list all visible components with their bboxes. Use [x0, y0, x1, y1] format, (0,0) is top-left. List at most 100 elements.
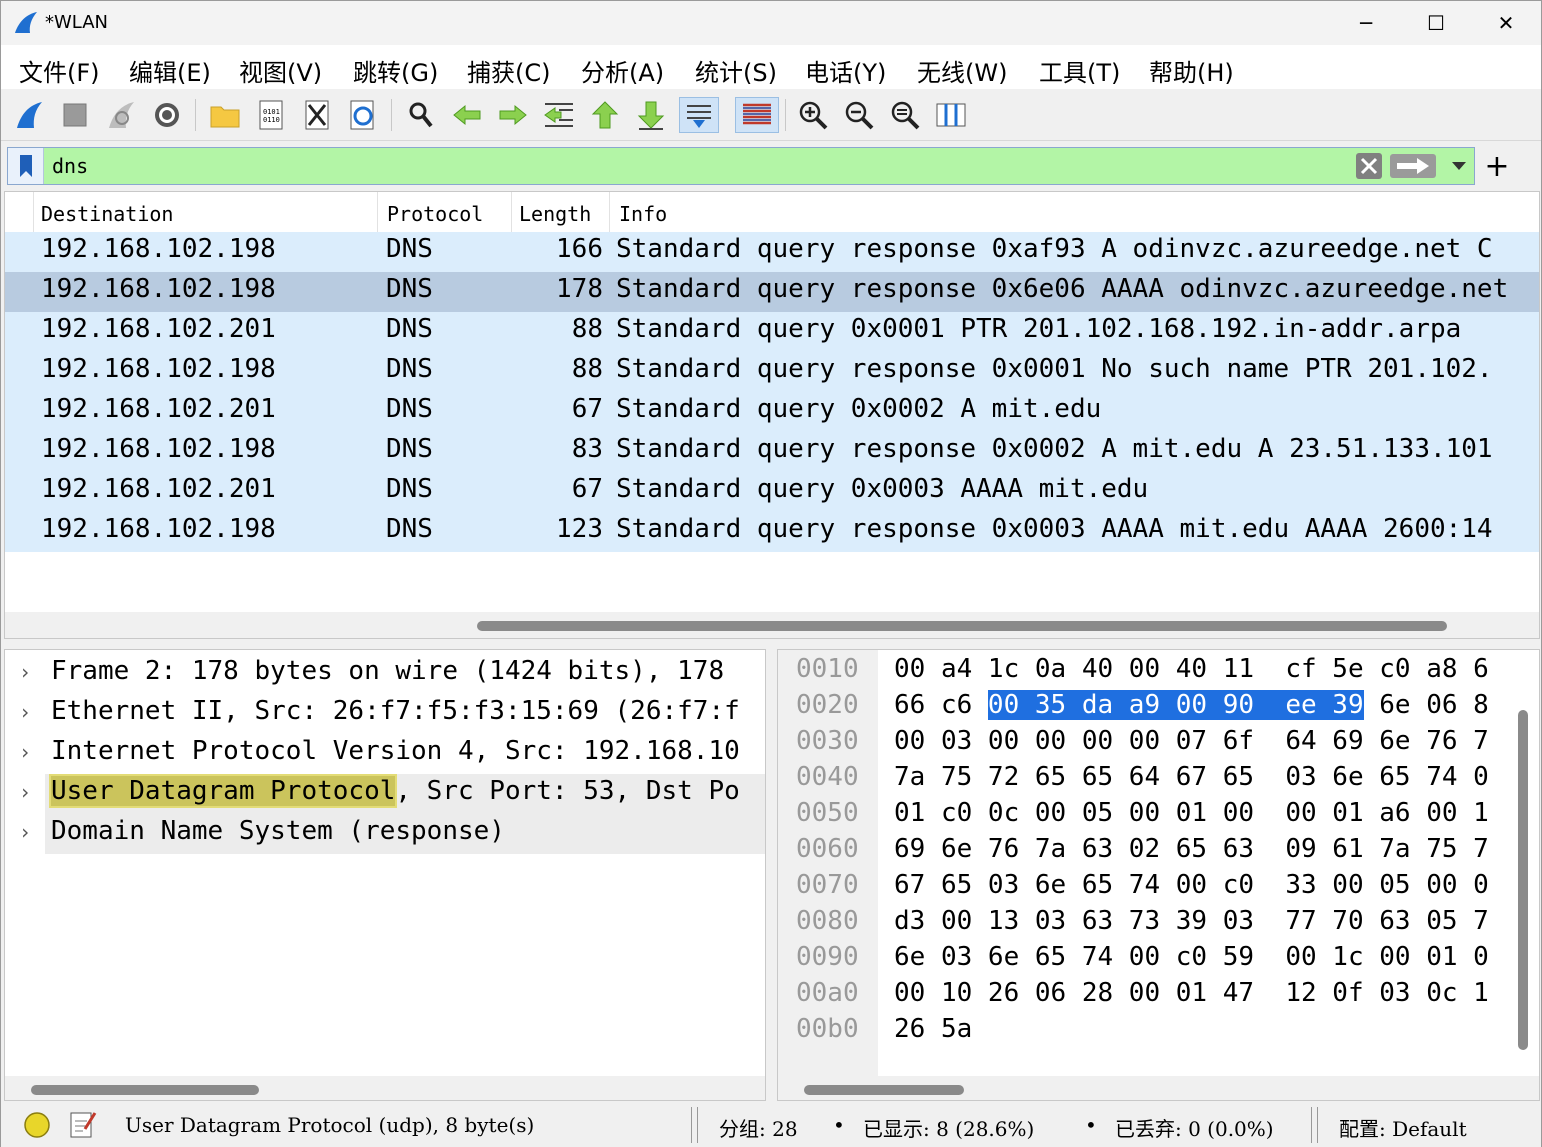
hex-row: 0010 00 a4 1c 0a 40 00 40 11 cf 5e c0 a8 … [796, 654, 1489, 684]
packet-list-header: Destination Protocol Length Info [5, 192, 1539, 234]
tree-item-ethernet[interactable]: › Ethernet II, Src: 26:f7:f5:f3:15:69 (26… [5, 694, 765, 734]
title-bar: *WLAN ─ ☐ ✕ [1, 1, 1541, 45]
normal-size-icon[interactable] [887, 97, 923, 133]
apply-filter-arrow-icon[interactable] [1388, 151, 1438, 181]
length-cell: 178 [556, 274, 603, 304]
open-file-folder-icon[interactable] [207, 97, 243, 133]
close-button[interactable]: ✕ [1471, 1, 1541, 45]
go-to-packet-icon[interactable] [541, 97, 577, 133]
window-title: *WLAN [45, 12, 109, 33]
info-cell: Standard query 0x0001 PTR 201.102.168.19… [616, 314, 1462, 344]
tree-item-udp-selected[interactable]: › User Datagram Protocol, Src Port: 53, D… [5, 774, 765, 814]
hex-row: 0060 69 6e 76 7a 63 02 65 63 09 61 7a 75 … [796, 834, 1489, 864]
capture-comment-edit-icon[interactable] [69, 1109, 97, 1139]
menu-analyze[interactable]: 分析(A) [581, 53, 664, 88]
protocol-cell: DNS [386, 354, 433, 384]
menu-telephony[interactable]: 电话(Y) [805, 53, 886, 88]
packet-row[interactable]: 192.168.102.198 DNS 88 Standard query respo… [5, 352, 1539, 392]
find-packet-search-icon[interactable] [403, 97, 439, 133]
display-filter-bar [7, 147, 1475, 185]
capture-options-gear-icon[interactable] [149, 97, 185, 133]
profile-selector[interactable]: 配置: Default [1339, 1113, 1467, 1142]
udp-field-highlight: User Datagram Protocol [48, 774, 398, 808]
first-packet-arrow-up-icon[interactable] [587, 97, 623, 133]
hex-row: 0080 d3 00 13 03 63 73 39 03 77 70 63 05 … [796, 906, 1489, 936]
svg-text:0101: 0101 [263, 108, 280, 116]
hex-row: 0040 7a 75 72 65 65 64 67 65 03 6e 65 74 … [796, 762, 1489, 792]
menu-edit[interactable]: 编辑(E) [129, 53, 211, 88]
expand-chevron-icon[interactable]: › [19, 660, 31, 684]
tree-item-frame[interactable]: › Frame 2: 178 bytes on wire (1424 bits),… [5, 654, 765, 694]
expand-chevron-icon[interactable]: › [19, 740, 31, 764]
filter-bookmark-icon[interactable] [8, 148, 44, 184]
dropped-count: 已丢弃: 0 (0.0%) [1115, 1117, 1274, 1141]
tree-horizontal-scrollbar[interactable] [5, 1076, 765, 1100]
column-length[interactable]: Length [519, 202, 591, 226]
expand-chevron-icon[interactable]: › [19, 700, 31, 724]
menu-go[interactable]: 跳转(G) [353, 53, 438, 88]
capture-status-indicator-icon[interactable] [23, 1111, 51, 1139]
info-cell: Standard query 0x0002 A mit.edu [616, 394, 1102, 424]
zoom-out-icon[interactable] [841, 97, 877, 133]
menu-wireless[interactable]: 无线(W) [917, 53, 1007, 88]
selected-bytes-highlight: 00 35 da a9 00 90 ee 39 [987, 690, 1364, 720]
hex-row: 00b0 26 5a [796, 1014, 973, 1044]
packet-row[interactable]: 192.168.102.198 DNS 123 Standard query resp… [5, 512, 1539, 552]
menu-tools[interactable]: 工具(T) [1039, 53, 1120, 88]
destination-cell: 192.168.102.198 [41, 434, 276, 464]
info-cell: Standard query response 0x6e06 AAAA odin… [616, 274, 1509, 304]
display-filter-input[interactable] [52, 152, 1352, 180]
bytes-vertical-scrollbar[interactable] [1518, 710, 1528, 1050]
menu-file[interactable]: 文件(F) [19, 53, 100, 88]
displayed-count: 已显示: 8 (28.6%) [863, 1117, 1035, 1141]
protocol-cell: DNS [386, 474, 433, 504]
protocol-cell: DNS [386, 394, 433, 424]
tree-item-ipv4[interactable]: › Internet Protocol Version 4, Src: 192.1… [5, 734, 765, 774]
auto-scroll-icon[interactable] [679, 97, 719, 133]
maximize-button[interactable]: ☐ [1401, 1, 1471, 45]
column-info[interactable]: Info [619, 202, 667, 226]
last-packet-arrow-down-icon[interactable] [633, 97, 669, 133]
column-destination[interactable]: Destination [41, 202, 173, 226]
column-protocol[interactable]: Protocol [387, 202, 483, 226]
go-forward-arrow-icon[interactable] [495, 97, 531, 133]
packet-row[interactable]: 192.168.102.198 DNS 166 Standard query resp… [5, 232, 1539, 272]
packet-row[interactable]: 192.168.102.201 DNS 88 Standard query 0x000… [5, 312, 1539, 352]
resize-columns-icon[interactable] [933, 97, 969, 133]
close-file-icon[interactable] [299, 97, 335, 133]
menu-view[interactable]: 视图(V) [239, 53, 322, 88]
packet-row[interactable]: 192.168.102.201 DNS 67 Standard query 0x000… [5, 472, 1539, 512]
stop-capture-icon[interactable] [57, 97, 93, 133]
expand-chevron-icon[interactable]: › [19, 820, 31, 844]
destination-cell: 192.168.102.198 [41, 234, 276, 264]
packet-list-horizontal-scrollbar[interactable] [5, 612, 1539, 638]
packet-row[interactable]: 192.168.102.198 DNS 83 Standard query respo… [5, 432, 1539, 472]
length-cell: 83 [571, 434, 603, 464]
packet-row[interactable]: 192.168.102.201 DNS 67 Standard query 0x000… [5, 392, 1539, 432]
clear-filter-icon[interactable] [1354, 151, 1384, 181]
expand-chevron-icon[interactable]: › [19, 780, 31, 804]
zoom-in-icon[interactable] [795, 97, 831, 133]
bytes-horizontal-scrollbar[interactable] [778, 1076, 1539, 1100]
packet-row-selected[interactable]: 192.168.102.198 DNS 178 Standard query resp… [5, 272, 1539, 312]
status-bar: User Datagram Protocol (udp), 8 byte(s) … [1, 1105, 1541, 1147]
minimize-button[interactable]: ─ [1331, 1, 1401, 45]
destination-cell: 192.168.102.201 [41, 474, 276, 504]
reload-file-icon[interactable] [345, 97, 381, 133]
menu-help[interactable]: 帮助(H) [1149, 53, 1234, 88]
menu-statistics[interactable]: 统计(S) [695, 53, 777, 88]
colorize-packets-icon[interactable] [735, 97, 779, 133]
tree-item-dns[interactable]: › Domain Name System (response) [5, 814, 765, 854]
wireshark-window: *WLAN ─ ☐ ✕ 文件(F) 编辑(E) 视图(V) 跳转(G) 捕获(C… [0, 0, 1542, 1147]
destination-cell: 192.168.102.201 [41, 394, 276, 424]
restart-capture-icon[interactable] [103, 97, 139, 133]
menu-capture[interactable]: 捕获(C) [467, 53, 550, 88]
go-back-arrow-icon[interactable] [449, 97, 485, 133]
add-filter-button[interactable]: + [1483, 149, 1511, 184]
info-cell: Standard query response 0x0001 No such n… [616, 354, 1493, 384]
start-capture-icon[interactable] [11, 97, 47, 133]
packet-list: Destination Protocol Length Info 192.168… [4, 191, 1540, 639]
save-file-icon[interactable]: 0101 0110 [253, 97, 289, 133]
wireshark-fin-icon [15, 12, 37, 33]
filter-history-chevron-down-icon[interactable] [1444, 151, 1474, 181]
